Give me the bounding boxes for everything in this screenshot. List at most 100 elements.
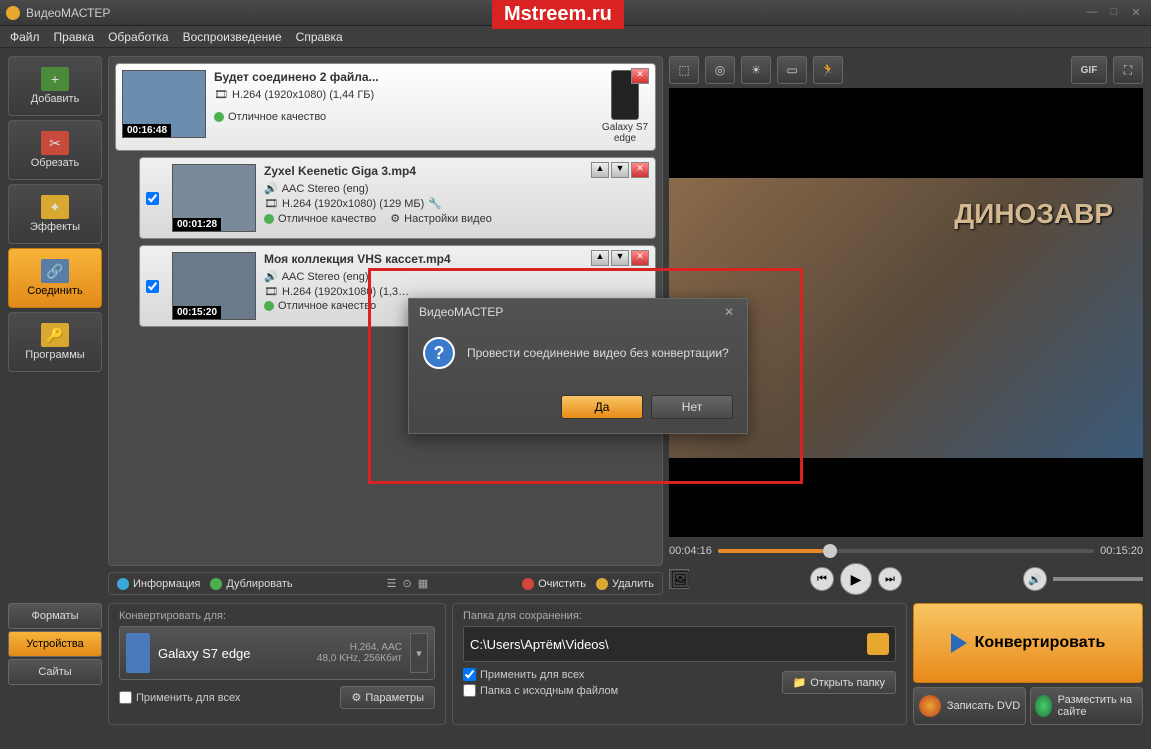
close-button[interactable]: ✕: [1127, 6, 1145, 20]
convert-header: Конвертировать для:: [119, 610, 435, 622]
snapshot-button[interactable]: 🖼: [669, 569, 689, 589]
quality-dot-icon: [264, 301, 274, 311]
remove-item-button[interactable]: ✕: [631, 250, 649, 266]
audio-label: AAC Stereo (eng): [282, 183, 369, 195]
output-tabs: Форматы Устройства Сайты: [8, 603, 102, 725]
current-time: 00:04:16: [669, 545, 712, 557]
speed-tool-button[interactable]: 🏃: [813, 56, 843, 84]
dialog-close-button[interactable]: ✕: [721, 305, 737, 321]
device-selector[interactable]: Galaxy S7 edge H.264, AAC 48,0 KHz, 256К…: [119, 626, 435, 680]
upload-button[interactable]: Разместить на сайте: [1030, 687, 1143, 725]
delete-button[interactable]: Удалить: [596, 578, 654, 590]
sidebar-add[interactable]: +Добавить: [8, 56, 102, 116]
app-logo-icon: [6, 6, 20, 20]
minimize-button[interactable]: —: [1083, 6, 1101, 20]
move-up-button[interactable]: ▲: [591, 250, 609, 266]
disc-icon: [919, 695, 941, 717]
sidebar-effects[interactable]: ✦Эффекты: [8, 184, 102, 244]
settings-link[interactable]: Настройки видео: [404, 213, 492, 225]
x-icon: [522, 578, 534, 590]
apply-all-label: Применить для всех: [136, 692, 240, 704]
dup-label: Дублировать: [226, 578, 292, 590]
dialog-yes-button[interactable]: Да: [561, 395, 643, 419]
crop-tool-button[interactable]: ⬚: [669, 56, 699, 84]
move-down-button[interactable]: ▼: [611, 162, 629, 178]
params-button[interactable]: ⚙Параметры: [340, 686, 435, 709]
quality-label: Отличное качество: [278, 300, 376, 312]
dialog-title: ВидеоМАСТЕР: [419, 305, 503, 321]
play-button[interactable]: ▶: [840, 563, 872, 595]
remove-item-button[interactable]: ✕: [631, 68, 649, 84]
minus-icon: [596, 578, 608, 590]
folder-browse-icon[interactable]: [867, 633, 889, 655]
apply-all-checkbox[interactable]: Применить для всех: [119, 691, 240, 704]
menu-process[interactable]: Обработка: [108, 30, 169, 44]
open-folder-button[interactable]: 📁Открыть папку: [782, 671, 896, 694]
tab-devices[interactable]: Устройства: [8, 631, 102, 657]
sidebar-cut[interactable]: ✂Обрезать: [8, 120, 102, 180]
tab-formats[interactable]: Форматы: [8, 603, 102, 629]
action-panel: Конвертировать Записать DVD Разместить н…: [913, 603, 1143, 725]
tool-icon: 🔧: [428, 197, 442, 210]
include-checkbox[interactable]: [146, 280, 159, 293]
sidebar: +Добавить ✂Обрезать ✦Эффекты 🔗Соединить …: [8, 56, 102, 595]
next-button[interactable]: ⏭: [878, 567, 902, 591]
play-triangle-icon: [951, 633, 967, 653]
quality-label: Отличное качество: [228, 111, 326, 123]
gear-icon: ⚙: [351, 691, 361, 704]
dropdown-icon[interactable]: ▾: [410, 633, 428, 673]
duplicate-button[interactable]: Дублировать: [210, 578, 292, 590]
open-folder-label: Открыть папку: [810, 677, 885, 689]
view-list-icon[interactable]: ☰: [387, 577, 397, 590]
tab-sites[interactable]: Сайты: [8, 659, 102, 685]
source-folder-checkbox[interactable]: Папка с исходным файлом: [463, 684, 618, 697]
maximize-button[interactable]: □: [1105, 6, 1123, 20]
file-item-merged[interactable]: 00:16:48 Будет соединено 2 файла... 🎞H.2…: [115, 63, 656, 151]
confirm-dialog: ВидеоМАСТЕР✕ ? Провести соединение видео…: [408, 298, 748, 434]
convert-button[interactable]: Конвертировать: [913, 603, 1143, 683]
menu-file[interactable]: Файл: [10, 30, 40, 44]
sidebar-join-label: Соединить: [27, 285, 83, 297]
move-up-button[interactable]: ▲: [591, 162, 609, 178]
prev-button[interactable]: ⏮: [810, 567, 834, 591]
info-icon: [117, 578, 129, 590]
apply-all-save-label: Применить для всех: [480, 669, 584, 681]
info-label: Информация: [133, 578, 200, 590]
thumbnail: 00:15:20: [172, 252, 256, 320]
include-checkbox[interactable]: [146, 192, 159, 205]
view-toggle-icon[interactable]: ⊙: [403, 577, 412, 590]
brightness-tool-button[interactable]: ☀: [741, 56, 771, 84]
apply-all-save-checkbox[interactable]: Применить для всех: [463, 668, 618, 681]
dialog-no-button[interactable]: Нет: [651, 395, 733, 419]
clear-label: Очистить: [538, 578, 586, 590]
audio-icon: 🔊: [264, 182, 278, 195]
source-folder-label: Папка с исходным файлом: [480, 685, 618, 697]
gif-button[interactable]: GIF: [1071, 56, 1107, 84]
volume-button[interactable]: 🔊: [1023, 567, 1047, 591]
wand-icon: ✦: [41, 195, 69, 219]
list-toolbar: Информация Дублировать ☰ ⊙ ▦ Очистить Уд…: [108, 572, 663, 595]
remove-item-button[interactable]: ✕: [631, 162, 649, 178]
codec-label: H.264 (1920x1080) (1,44 ГБ): [232, 89, 374, 101]
enhance-tool-button[interactable]: ◎: [705, 56, 735, 84]
text-tool-button[interactable]: ▭: [777, 56, 807, 84]
convert-label: Конвертировать: [975, 634, 1106, 652]
burn-dvd-button[interactable]: Записать DVD: [913, 687, 1026, 725]
clear-button[interactable]: Очистить: [522, 578, 586, 590]
globe-icon: [1035, 695, 1052, 717]
sidebar-join[interactable]: 🔗 Соединить: [8, 248, 102, 308]
convert-panel: Конвертировать для: Galaxy S7 edge H.264…: [108, 603, 446, 725]
seek-slider[interactable]: [718, 549, 1094, 553]
menu-play[interactable]: Воспроизведение: [183, 30, 282, 44]
file-item[interactable]: 00:01:28 Zyxel Keenetic Giga 3.mp4 🔊AAC …: [139, 157, 656, 239]
chain-icon: 🔗: [41, 259, 69, 283]
menu-help[interactable]: Справка: [296, 30, 343, 44]
fullscreen-button[interactable]: ⛶: [1113, 56, 1143, 84]
volume-slider[interactable]: [1053, 577, 1143, 581]
save-path-field[interactable]: C:\Users\Артём\Videos\: [463, 626, 896, 662]
move-down-button[interactable]: ▼: [611, 250, 629, 266]
menu-edit[interactable]: Правка: [54, 30, 95, 44]
sidebar-programs[interactable]: 🔑Программы: [8, 312, 102, 372]
info-button[interactable]: Информация: [117, 578, 200, 590]
view-grid-icon[interactable]: ▦: [418, 577, 428, 590]
